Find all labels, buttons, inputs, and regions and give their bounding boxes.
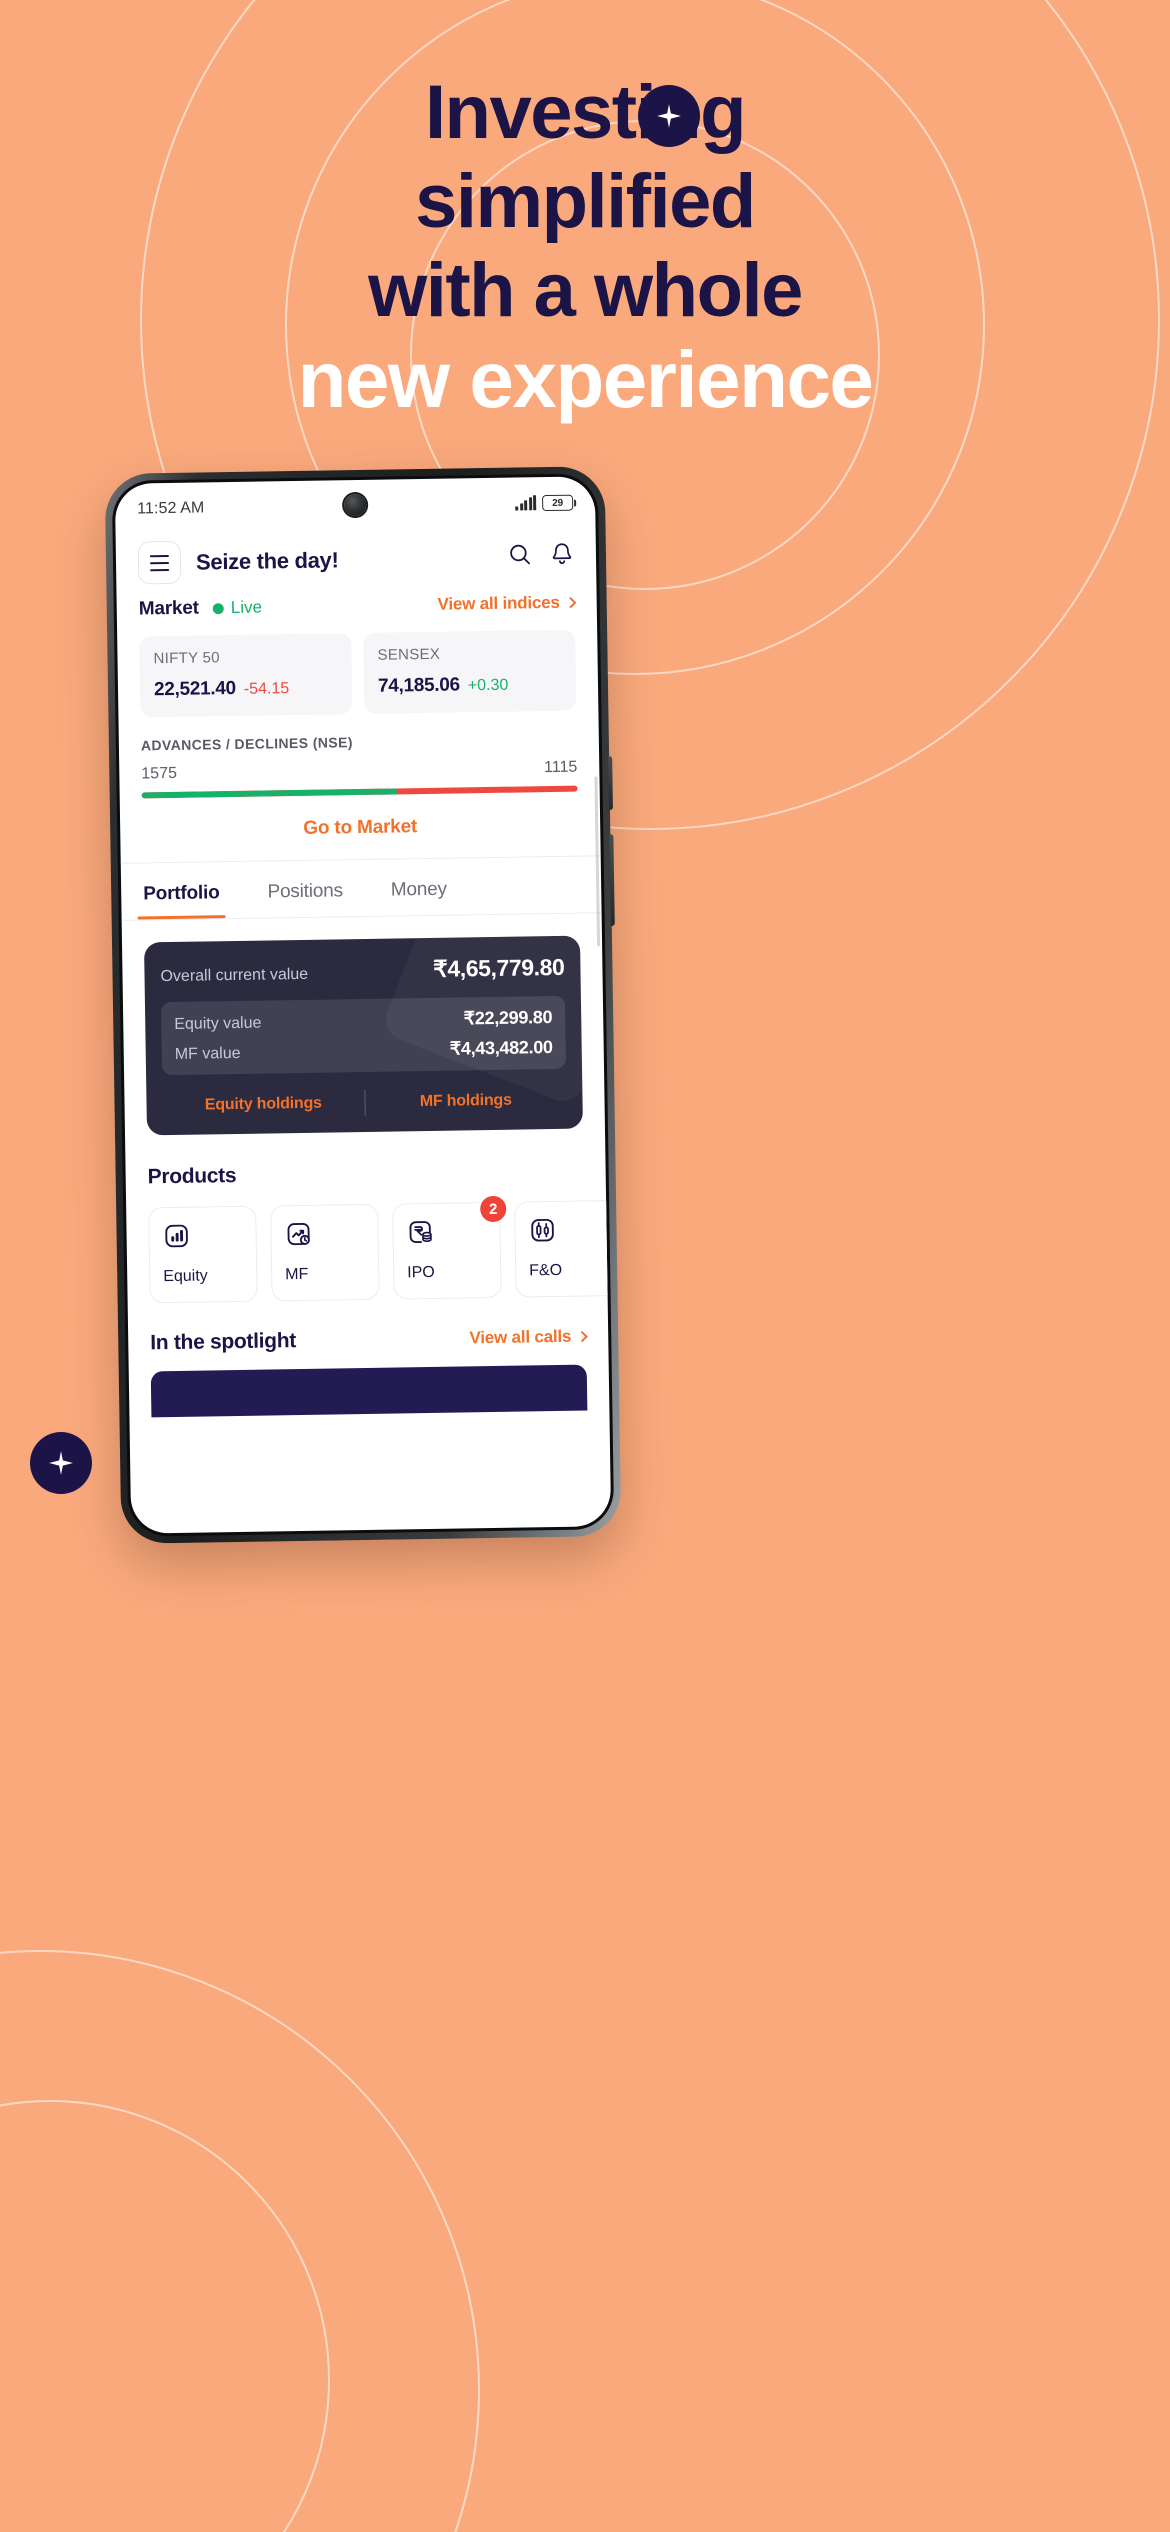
market-label: Market: [138, 597, 199, 620]
index-name: SENSEX: [377, 645, 441, 664]
index-name: NIFTY 50: [153, 649, 220, 668]
product-tile-mf[interactable]: MF: [270, 1203, 380, 1302]
bar-chart-icon: [163, 1224, 191, 1254]
bell-icon[interactable]: [550, 541, 574, 571]
index-value: 22,521.40: [153, 677, 237, 701]
declines-count: 1115: [543, 758, 578, 777]
products-title: Products: [147, 1164, 237, 1189]
products-section: Products Equity MF 2 IPO F&O: [125, 1128, 612, 1304]
trend-clock-icon: [285, 1223, 313, 1252]
battery-icon: 29: [542, 494, 574, 512]
rupee-coins-icon: [407, 1221, 435, 1250]
decorative-ring: [0, 1950, 480, 2532]
tab-money[interactable]: Money: [390, 859, 447, 916]
live-dot-icon: [212, 602, 224, 614]
mf-holdings-link[interactable]: MF holdings: [365, 1091, 567, 1112]
portfolio-card-actions: Equity holdings MF holdings: [162, 1087, 566, 1119]
index-value: 74,185.06: [377, 674, 460, 697]
phone-bezel: 11:52 AM 29 Seize the day! Market Live V…: [111, 473, 615, 1537]
advances-count: 1575: [141, 764, 178, 783]
product-label: Equity: [163, 1267, 208, 1286]
go-to-market-link[interactable]: Go to Market: [120, 791, 601, 863]
phone-mockup: 11:52 AM 29 Seize the day! Market Live V…: [104, 466, 622, 1544]
hero-line-4: new experience: [297, 335, 874, 424]
poster-canvas: Investing simplified with a whole new ex…: [0, 0, 1170, 2532]
index-card[interactable]: SENSEX 74,185.06 +0.30: [363, 629, 577, 714]
mf-value-row: MF value ₹4,43,482.00: [175, 1037, 553, 1064]
chevron-right-icon: [576, 1330, 588, 1343]
index-change: +0.30: [467, 676, 509, 695]
sparkle-star-icon: [638, 85, 700, 147]
overall-value-row: Overall current value ₹4,65,779.80: [160, 954, 564, 987]
hero-headline: Investing simplified with a whole new ex…: [0, 68, 1170, 424]
equity-value-row: Equity value ₹22,299.80: [174, 1007, 552, 1034]
search-icon[interactable]: [508, 542, 532, 571]
live-label: Live: [230, 597, 263, 618]
status-time: 11:52 AM: [137, 499, 205, 518]
portfolio-breakdown: Equity value ₹22,299.80 MF value ₹4,43,4…: [160, 995, 567, 1076]
index-card-list: NIFTY 50 22,521.40 -54.15 SENSEX 74,185.…: [117, 617, 598, 718]
equity-holdings-link[interactable]: Equity holdings: [162, 1094, 364, 1115]
tab-positions[interactable]: Positions: [267, 860, 343, 917]
app-header: Seize the day!: [116, 528, 597, 597]
hero-line-3: with a whole: [368, 248, 803, 333]
mf-value-amount: ₹4,43,482.00: [449, 1037, 553, 1059]
equity-value-label: Equity value: [174, 1014, 262, 1033]
chevron-right-icon: [565, 597, 577, 609]
advances-declines-section: ADVANCES / DECLINES (NSE) 1575 1115: [118, 710, 599, 799]
phone-screen: 11:52 AM 29 Seize the day! Market Live V…: [114, 476, 612, 1534]
page-title: Seize the day!: [195, 546, 339, 575]
spotlight-title: In the spotlight: [150, 1329, 297, 1355]
app-header-actions: [508, 541, 574, 572]
index-change: -54.15: [243, 680, 290, 698]
product-tile-ipo[interactable]: 2 IPO: [392, 1193, 509, 1300]
phone-frame: 11:52 AM 29 Seize the day! Market Live V…: [104, 466, 622, 1544]
portfolio-tabs: Portfolio Positions Money: [120, 855, 602, 920]
cellular-signal-icon: [515, 495, 537, 511]
equity-value-amount: ₹22,299.80: [463, 1007, 553, 1029]
hamburger-menu-icon[interactable]: [137, 540, 182, 585]
status-bar: 11:52 AM 29: [115, 476, 596, 536]
product-label: IPO: [407, 1263, 435, 1282]
battery-level: 29: [552, 497, 564, 509]
phone-power-button: [609, 834, 615, 927]
sparkle-star-icon: [30, 1432, 92, 1494]
portfolio-card-wrapper: Overall current value ₹4,65,779.80 Equit…: [122, 913, 605, 1136]
advances-declines-values: 1575 1115: [141, 759, 577, 784]
view-all-indices-link[interactable]: View all indices: [437, 592, 577, 615]
ipo-notification-badge: 2: [477, 1193, 509, 1225]
product-tile-fno[interactable]: F&O: [514, 1199, 612, 1298]
view-all-calls-label: View all calls: [469, 1326, 572, 1348]
product-label: MF: [285, 1265, 309, 1284]
products-list[interactable]: Equity MF 2 IPO F&O: [148, 1193, 612, 1304]
spotlight-card[interactable]: [150, 1364, 588, 1418]
app-scroll-view[interactable]: 11:52 AM 29 Seize the day! Market Live V…: [115, 476, 612, 1533]
market-live-status: Live: [212, 597, 263, 619]
hero-line-1: Investing: [424, 70, 747, 155]
product-label: F&O: [529, 1261, 563, 1280]
mf-value-label: MF value: [174, 1044, 241, 1063]
phone-volume-button: [608, 756, 613, 811]
tab-portfolio[interactable]: Portfolio: [143, 862, 220, 919]
overall-value-amount: ₹4,65,779.80: [432, 953, 565, 982]
hero-line-2: simplified: [415, 159, 756, 244]
advances-declines-title: ADVANCES / DECLINES (NSE): [140, 734, 353, 754]
index-card[interactable]: NIFTY 50 22,521.40 -54.15: [139, 633, 353, 718]
overall-value-label: Overall current value: [160, 965, 309, 986]
status-indicators: 29: [515, 494, 574, 512]
decorative-ring: [0, 2100, 330, 2532]
portfolio-summary-card: Overall current value ₹4,65,779.80 Equit…: [143, 935, 583, 1136]
product-tile-equity[interactable]: Equity: [148, 1205, 258, 1304]
front-camera-punch-hole: [343, 493, 367, 517]
index-values: 74,185.06 +0.30: [378, 673, 562, 698]
candlestick-icon: [529, 1218, 557, 1248]
index-values: 22,521.40 -54.15: [154, 676, 338, 701]
view-all-indices-label: View all indices: [437, 592, 560, 614]
view-all-calls-link[interactable]: View all calls: [469, 1326, 588, 1349]
spotlight-section-header: In the spotlight View all calls: [128, 1296, 609, 1356]
